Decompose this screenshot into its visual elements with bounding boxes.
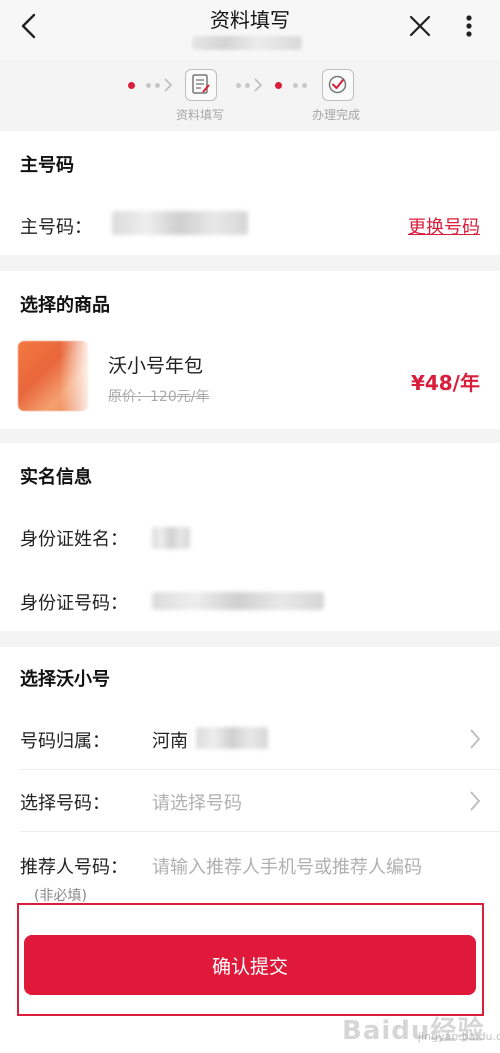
- step-dot: [236, 83, 241, 88]
- section-title-select-number: 选择沃小号: [20, 669, 110, 690]
- step-dot-active: [275, 82, 282, 89]
- check-circle-icon: [322, 69, 354, 101]
- top-bar: 资料填写: [0, 0, 500, 60]
- section-title-product: 选择的商品: [20, 295, 110, 316]
- region-label: 号码归属：: [20, 731, 110, 752]
- section-title-main-number: 主号码: [20, 155, 74, 176]
- close-icon[interactable]: [404, 10, 436, 42]
- chevron-right-icon: [254, 78, 263, 92]
- realname-card: 实名信息 身份证姓名： 身份证号码：: [0, 443, 500, 631]
- chevron-right-icon[interactable]: [468, 789, 482, 813]
- step-dot: [245, 83, 250, 88]
- product-name: 沃小号年包: [108, 355, 204, 377]
- main-number-card: 主号码 主号码： 更换号码: [0, 131, 500, 255]
- region-value[interactable]: 河南: [152, 727, 188, 753]
- blurred-subtitle: [192, 36, 302, 50]
- select-number-label: 选择号码：: [20, 793, 110, 814]
- blurred-id-number: [152, 592, 324, 610]
- edit-doc-icon: [185, 69, 217, 101]
- watermark-sub: jingyan.baidu.com: [418, 1030, 500, 1043]
- blurred-id-name: [152, 527, 190, 549]
- confirm-submit-button[interactable]: 确认提交: [24, 935, 476, 995]
- chevron-right-icon: [164, 78, 173, 92]
- product-thumbnail: [18, 341, 88, 411]
- step-dot: [146, 83, 151, 88]
- step-dot: [302, 83, 307, 88]
- divider: [20, 831, 500, 832]
- step-label-fill: 资料填写: [176, 108, 225, 122]
- section-title-realname: 实名信息: [20, 467, 92, 488]
- step-dot-active: [128, 82, 135, 89]
- optional-note: (非必填): [34, 888, 87, 904]
- select-number-field[interactable]: 请选择号码: [152, 789, 242, 815]
- referrer-input[interactable]: 请输入推荐人手机号或推荐人编码: [152, 853, 422, 879]
- change-number-link[interactable]: 更换号码: [408, 213, 480, 239]
- step-dot: [155, 83, 160, 88]
- id-name-label: 身份证姓名：: [20, 529, 128, 550]
- step-label-done: 办理完成: [312, 108, 361, 122]
- blurred-main-number: [112, 211, 248, 235]
- id-number-label: 身份证号码：: [20, 593, 128, 614]
- step-dot: [293, 83, 298, 88]
- step-indicator: 资料填写 办理完成: [0, 60, 500, 130]
- referrer-label: 推荐人号码：: [20, 857, 128, 878]
- product-card: 选择的商品 沃小号年包 原价：120元/年 ¥48/年: [0, 271, 500, 429]
- product-price: ¥48/年: [410, 371, 480, 395]
- chevron-right-icon[interactable]: [468, 727, 482, 751]
- original-price: 原价：120元/年: [108, 389, 210, 405]
- blurred-region-detail: [196, 727, 268, 749]
- main-number-label: 主号码：: [20, 217, 92, 238]
- divider: [20, 769, 500, 770]
- more-vertical-icon[interactable]: [458, 10, 480, 42]
